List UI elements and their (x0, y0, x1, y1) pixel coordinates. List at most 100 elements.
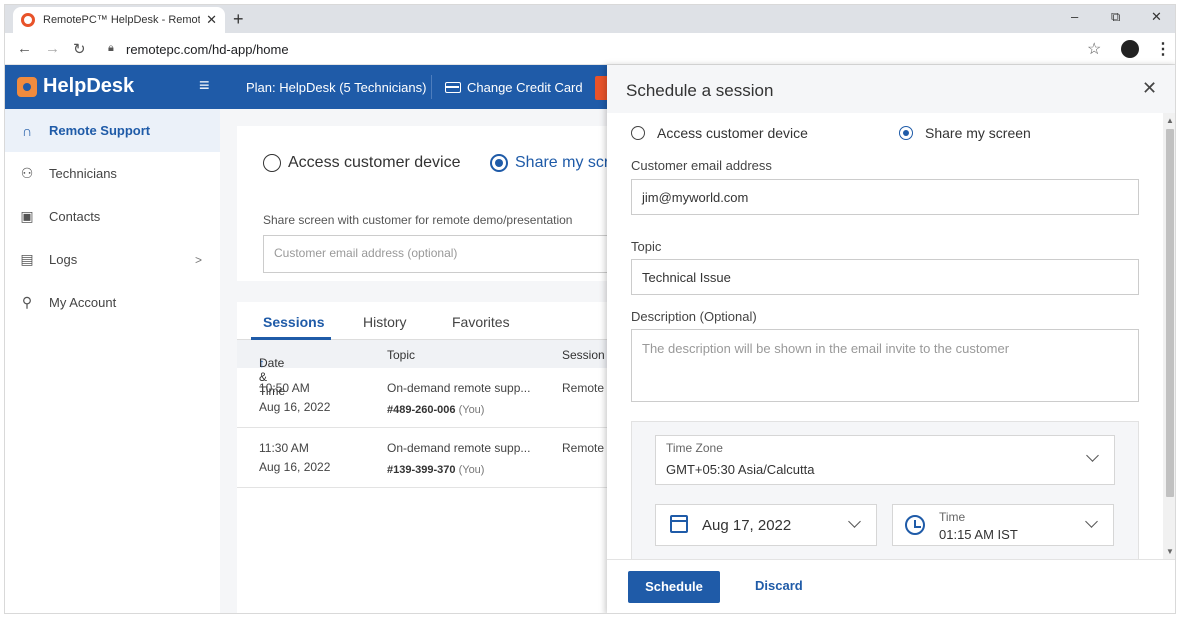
sidebar-item-label: Technicians (49, 166, 117, 181)
lock-icon: 🔒︎ (108, 42, 114, 54)
sidebar-item-label: Remote Support (49, 123, 151, 138)
back-icon[interactable]: ← (17, 40, 32, 57)
row-session: Remote (562, 381, 605, 395)
plan-label: Plan: HelpDesk (5 Technicians) (246, 80, 427, 95)
lifebuoy-icon (21, 13, 35, 27)
topic-field[interactable]: Technical Issue (631, 259, 1139, 295)
radio-label: Share my screen (925, 125, 1031, 141)
forward-icon[interactable]: → (45, 40, 60, 57)
scrollbar-thumb[interactable] (1166, 129, 1174, 497)
clock-icon (905, 515, 925, 535)
access-device-radio[interactable]: Access customer device (631, 125, 808, 141)
brand[interactable]: HelpDesk (17, 75, 134, 98)
panel-footer: Schedule Discard (607, 559, 1175, 613)
sidebar-item-my-account[interactable]: ⚲ My Account (5, 281, 220, 324)
panel-body: Access customer device Share my screen C… (607, 113, 1175, 559)
browser-menu-icon[interactable]: ⋮ (1155, 39, 1171, 59)
reload-icon[interactable]: ↻ (73, 40, 86, 58)
time-label: Time (939, 510, 966, 524)
date-picker[interactable]: Aug 17, 2022 (655, 504, 877, 546)
chevron-right-icon: > (195, 252, 203, 267)
row-time: 11:30 AM (259, 441, 309, 455)
customer-email-input[interactable]: Customer email address (optional) (263, 235, 627, 273)
sidebar-item-remote-support[interactable]: ∩ Remote Support (5, 109, 220, 152)
radio-label: Access customer device (657, 125, 808, 141)
close-tab-icon[interactable]: ✕ (206, 12, 217, 28)
tab-history[interactable]: History (363, 314, 407, 330)
row-time: 10:50 AM (259, 381, 310, 395)
browser-tab[interactable]: RemotePC™ HelpDesk - Remote ✕ (13, 7, 225, 33)
topic-label: Topic (631, 239, 662, 254)
new-tab-button[interactable]: + (233, 9, 244, 29)
share-screen-radio[interactable]: Share my screen (899, 125, 1031, 141)
sidebar-item-logs[interactable]: ▤ Logs > (5, 238, 220, 281)
radio-circle (263, 154, 281, 172)
timezone-value: GMT+05:30 Asia/Calcutta (666, 462, 815, 477)
session-owner: (You) (458, 404, 485, 416)
headset-icon: ∩ (21, 122, 33, 139)
tab-title: RemotePC™ HelpDesk - Remote (43, 14, 201, 26)
url-field[interactable]: remotepc.com/hd-app/home (126, 42, 289, 57)
minimize-icon[interactable]: – (1071, 9, 1078, 24)
sidebar-item-contacts[interactable]: ▣ Contacts (5, 195, 220, 238)
row-topic: On-demand remote supp... (387, 441, 531, 455)
schedule-options-panel: Time Zone GMT+05:30 Asia/Calcutta Aug 17… (631, 421, 1139, 559)
sidebar-item-label: My Account (49, 295, 117, 310)
sidebar-item-label: Logs (49, 252, 78, 267)
sidebar-item-technicians[interactable]: ⚇ Technicians (5, 152, 220, 195)
description-field[interactable]: The description will be shown in the ema… (631, 329, 1139, 402)
table-header: Date & Time ↑ Topic Session (237, 340, 627, 398)
schedule-button[interactable]: Schedule (628, 571, 720, 603)
start-session-card: Access customer device Share my scr Shar… (237, 126, 627, 281)
credit-card-icon (445, 82, 461, 93)
share-screen-radio[interactable]: Share my scr (490, 154, 609, 172)
schedule-session-panel: Schedule a session ✕ Access customer dev… (607, 65, 1175, 613)
chevron-down-icon (1086, 449, 1099, 462)
row-session: Remote (562, 441, 605, 455)
timezone-select[interactable]: Time Zone GMT+05:30 Asia/Calcutta (655, 435, 1115, 485)
hamburger-menu-icon[interactable]: ≡ (199, 75, 210, 96)
radio-circle (631, 126, 645, 140)
chevron-down-icon (1085, 515, 1098, 528)
radio-circle-selected (490, 154, 508, 172)
bookmark-star-icon[interactable]: ☆ (1087, 39, 1101, 59)
contacts-icon: ▣ (20, 208, 34, 224)
chevron-down-icon (848, 515, 861, 528)
scroll-up-icon[interactable]: ▲ (1166, 116, 1174, 125)
header-divider (431, 75, 432, 99)
column-topic: Topic (387, 348, 416, 362)
close-icon[interactable]: ✕ (1142, 78, 1157, 99)
column-session: Session (562, 348, 605, 362)
scroll-down-icon[interactable]: ▼ (1166, 547, 1174, 556)
change-credit-card-link[interactable]: Change Credit Card (445, 80, 583, 95)
email-field[interactable]: jim@myworld.com (631, 179, 1139, 215)
table-row[interactable]: 11:30 AM Aug 16, 2022 On-demand remote s… (237, 428, 627, 488)
table-row[interactable]: 10:50 AM Aug 16, 2022 On-demand remote s… (237, 368, 627, 428)
timezone-label: Time Zone (666, 441, 723, 455)
share-hint: Share screen with customer for remote de… (263, 213, 573, 227)
address-bar: ← → ↻ 🔒︎ remotepc.com/hd-app/home ☆ ⋮ (5, 33, 1175, 65)
time-picker[interactable]: Time 01:15 AM IST (892, 504, 1114, 546)
session-id: #139-399-370 (387, 464, 456, 476)
profile-icon[interactable] (1121, 40, 1139, 58)
browser-window: RemotePC™ HelpDesk - Remote ✕ + – ⧉ ✕ ← … (4, 4, 1176, 614)
scrollbar[interactable]: ▲ ▼ (1163, 113, 1175, 559)
brand-name: HelpDesk (43, 75, 135, 97)
date-value: Aug 17, 2022 (702, 517, 792, 534)
row-date: Aug 16, 2022 (259, 400, 331, 414)
logs-icon: ▤ (20, 251, 34, 267)
access-device-radio[interactable]: Access customer device (263, 154, 461, 172)
panel-title: Schedule a session (626, 81, 774, 100)
tab-strip: RemotePC™ HelpDesk - Remote ✕ + – ⧉ ✕ (5, 5, 1175, 33)
sidebar-item-label: Contacts (49, 209, 101, 224)
close-window-icon[interactable]: ✕ (1151, 9, 1162, 25)
tab-favorites[interactable]: Favorites (452, 314, 510, 330)
session-id: #489-260-006 (387, 404, 456, 416)
sidebar: ∩ Remote Support ⚇ Technicians ▣ Contact… (5, 109, 220, 613)
row-date: Aug 16, 2022 (259, 460, 331, 474)
discard-button[interactable]: Discard (755, 578, 803, 593)
tab-sessions[interactable]: Sessions (263, 314, 324, 330)
restore-icon[interactable]: ⧉ (1111, 9, 1120, 25)
helpdesk-logo-icon (17, 76, 37, 97)
row-topic: On-demand remote supp... (387, 381, 531, 395)
